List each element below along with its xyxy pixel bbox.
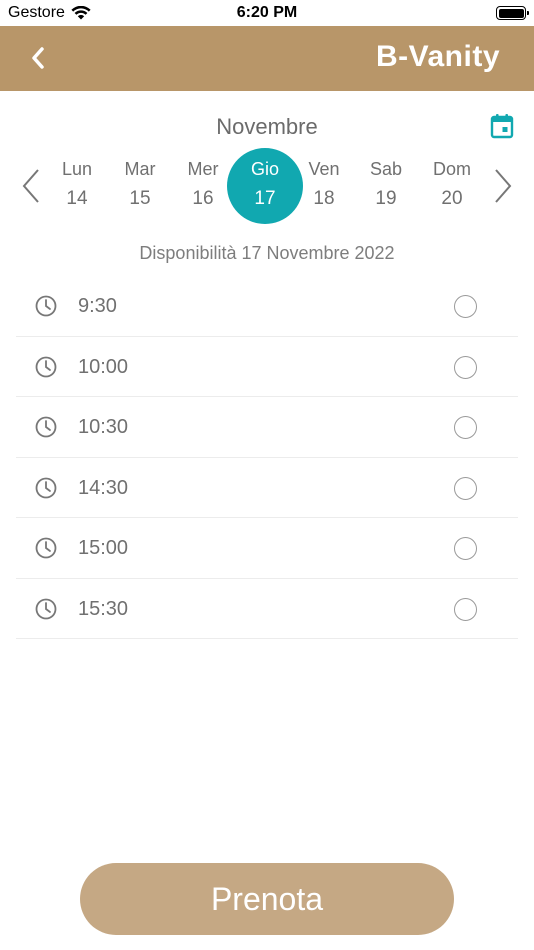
slot-radio[interactable] xyxy=(454,355,477,379)
clock-icon xyxy=(35,356,57,377)
availability-label: Disponibilità 17 Novembre 2022 xyxy=(139,243,395,263)
time-slot[interactable]: 9:30 xyxy=(16,276,518,337)
time-slot[interactable]: 14:30 xyxy=(16,458,518,518)
time-slot-list: 9:30 10:00 10:30 14:30 15:00 15:30 xyxy=(16,276,518,639)
clock-icon xyxy=(35,537,57,559)
status-bar: Gestore 6:20 PM xyxy=(0,0,534,26)
slot-radio[interactable] xyxy=(454,537,477,560)
slot-radio[interactable] xyxy=(454,416,477,439)
day-number: 20 xyxy=(441,188,463,209)
app-header: B-Vanity xyxy=(0,26,534,91)
time-slot[interactable]: 15:00 xyxy=(16,518,518,579)
day-name: Sab xyxy=(369,159,403,179)
clock-icon xyxy=(35,598,57,619)
clock-icon xyxy=(35,416,57,438)
time-slot[interactable]: 10:00 xyxy=(16,337,518,397)
calendar-icon xyxy=(490,114,514,139)
battery-icon xyxy=(496,6,529,20)
app-title: B-Vanity xyxy=(375,40,500,73)
slot-time: 9:30 xyxy=(78,295,117,317)
day-saturday[interactable]: Sab 19 xyxy=(348,148,424,224)
chevron-right-icon xyxy=(495,169,512,203)
slot-time: 10:30 xyxy=(78,416,129,438)
month-title: Novembre xyxy=(216,114,318,139)
book-button[interactable]: Prenota xyxy=(80,863,454,935)
slot-radio[interactable] xyxy=(454,476,477,500)
clock-icon xyxy=(35,477,57,498)
day-number: 19 xyxy=(375,188,397,209)
next-week-button[interactable] xyxy=(492,166,514,206)
slot-radio[interactable] xyxy=(454,295,477,318)
slot-time: 15:30 xyxy=(78,597,129,620)
slot-radio[interactable] xyxy=(454,597,477,621)
slot-time: 15:00 xyxy=(78,537,129,559)
time-slot[interactable]: 15:30 xyxy=(16,579,518,639)
day-name: Dom xyxy=(432,159,471,179)
back-button[interactable] xyxy=(22,42,54,74)
slot-time: 14:30 xyxy=(78,476,129,499)
day-sunday[interactable]: Dom 20 xyxy=(414,148,490,224)
slot-time: 10:00 xyxy=(78,355,129,378)
time-slot[interactable]: 10:30 xyxy=(16,397,518,458)
calendar-button[interactable] xyxy=(490,113,514,139)
chevron-left-icon xyxy=(32,47,44,69)
status-time: 6:20 PM xyxy=(236,4,298,21)
clock-icon xyxy=(35,295,57,317)
